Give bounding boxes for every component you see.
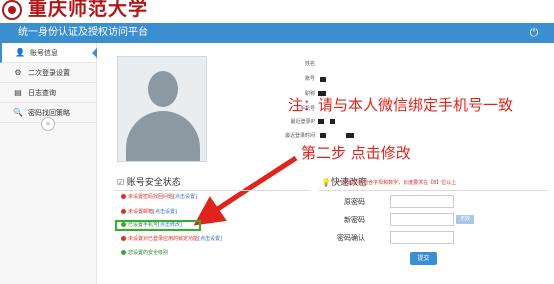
divider [318,190,548,191]
old-password-input[interactable] [390,195,454,208]
warning-icon [121,194,126,199]
security-row-text: 您设置的安全级别 [128,250,169,256]
confirm-password-label: 密码确认 [337,234,365,242]
security-row-link[interactable]: [点击设置] [153,209,177,215]
old-password-label: 原密码 [344,198,365,206]
confirm-password-input[interactable] [390,231,454,244]
security-row-text: 未设置邮箱 [128,209,154,215]
divider [114,190,310,191]
password-hint: * 密码必须包含字母和数字，长度要求在【8】位以上 [339,180,457,186]
submit-button[interactable]: 提交 [410,252,437,265]
lightbulb-icon: 💡 [321,178,331,187]
password-strength-badge: 无效 [456,215,474,224]
security-title-text: 账号安全状态 [126,178,181,188]
security-panel-title: ☑ 账号安全状态 [117,177,181,189]
security-row: 您设置的安全级别 [121,250,168,257]
check-icon [121,250,126,255]
warning-icon [121,236,126,241]
security-row-text: 未设置对已登录应用的锁定功能 [128,236,199,242]
security-row: 未设置对已登录应用的锁定功能[点击设置] [121,236,222,243]
security-row: 未设置邮箱[点击设置] [121,209,177,216]
security-status-icon: ☑ [117,178,127,187]
new-password-input[interactable] [390,213,454,226]
highlight-box [115,220,201,231]
new-password-label: 新密码 [344,216,365,224]
security-row-text: 未设置密码找回问题 [128,194,174,200]
red-arrow-icon [193,155,298,226]
security-row: 未设置密码找回问题[点击设置] [121,194,197,201]
security-row-link[interactable]: [点击设置] [173,194,197,200]
security-row-link[interactable]: [点击设置] [198,236,222,242]
warning-icon [121,209,126,214]
